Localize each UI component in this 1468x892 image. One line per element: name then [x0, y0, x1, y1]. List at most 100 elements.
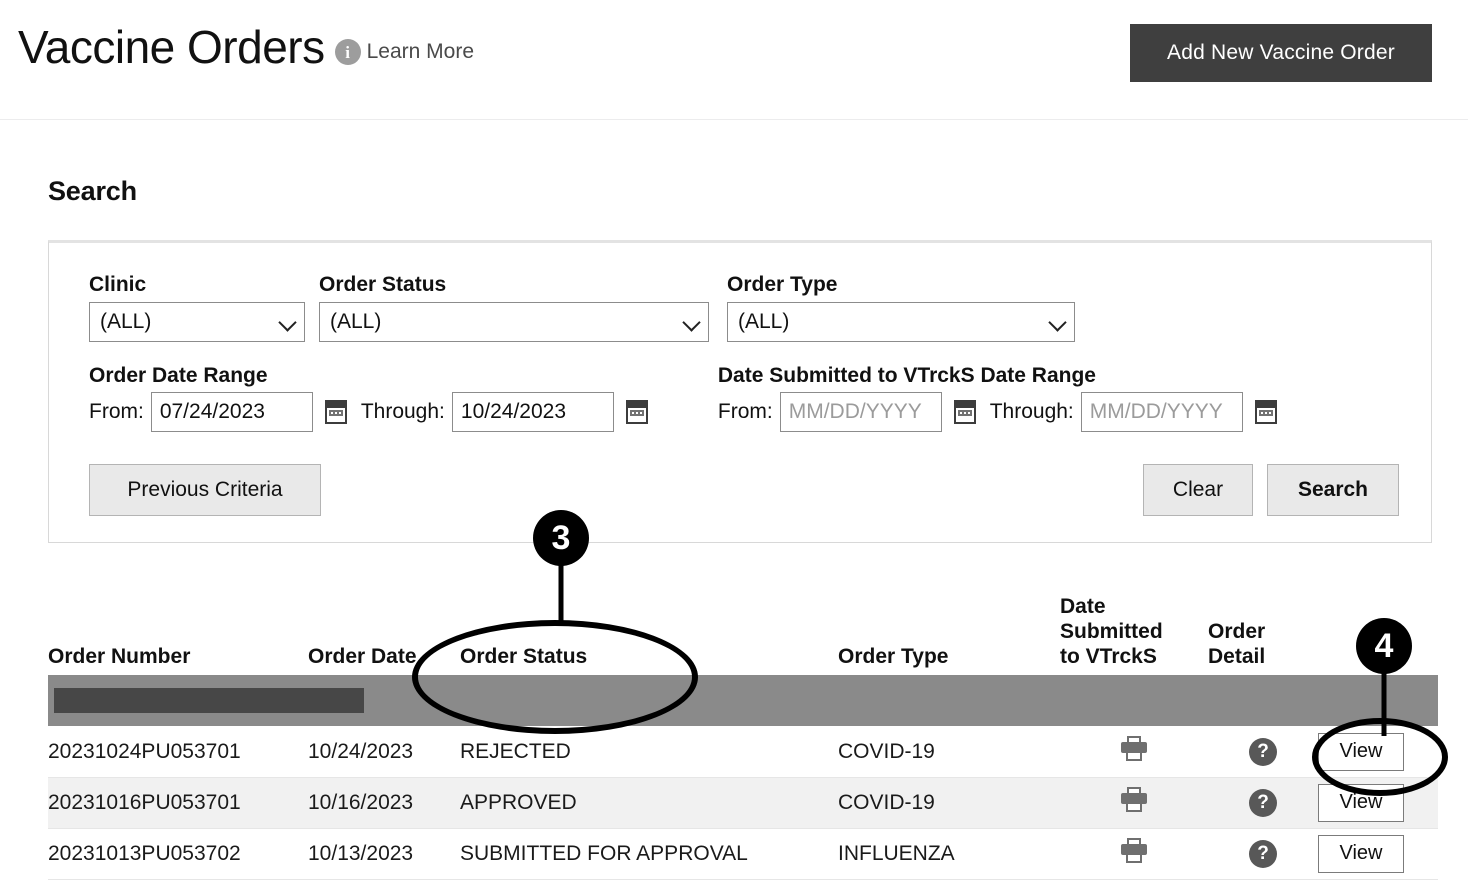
vtrcks-from-input[interactable]	[779, 392, 942, 432]
annotation-ellipse-view-button	[1312, 718, 1448, 796]
header-detail-line1: Order	[1208, 619, 1266, 643]
page-header: Vaccine Orders i Learn More Add New Vacc…	[0, 0, 1468, 120]
calendar-icon[interactable]	[625, 400, 648, 424]
calendar-icon[interactable]	[953, 400, 976, 424]
cell-order-number: 20231024PU053701	[48, 726, 308, 778]
table-row[interactable]: 20231024PU053701 10/24/2023 REJECTED COV…	[48, 726, 1438, 778]
cell-view-action: View	[1318, 828, 1438, 880]
header-vtrcks-line3: to VTrckS	[1060, 644, 1157, 668]
clinic-select[interactable]: (ALL)	[89, 302, 305, 342]
header-order-number[interactable]: Order Number	[48, 595, 308, 675]
page-title: Vaccine Orders	[18, 21, 325, 73]
orders-table: Order Number Order Date Order Status Ord…	[48, 595, 1438, 880]
info-icon[interactable]: i	[334, 39, 361, 65]
search-button[interactable]: Search	[1267, 464, 1399, 516]
calendar-icon[interactable]	[324, 400, 347, 424]
cell-order-number: 20231013PU053702	[48, 828, 308, 880]
clinic-selected-value: (ALL)	[100, 310, 152, 333]
cell-order-date: 10/13/2023	[308, 828, 460, 880]
order-date-through-input[interactable]	[451, 392, 614, 432]
cell-date-submitted-vtrcks	[1060, 777, 1208, 829]
table-toolbar-cell[interactable]	[48, 675, 1438, 727]
order-date-from-label: From:	[89, 400, 144, 423]
order-date-from-input[interactable]	[150, 392, 313, 432]
order-status-select[interactable]: (ALL)	[319, 302, 709, 342]
order-date-range-label: Order Date Range	[89, 364, 268, 387]
learn-more-label: Learn More	[366, 40, 474, 63]
order-status-field: Order Status (ALL)	[319, 273, 709, 342]
question-mark-icon[interactable]: ?	[1249, 788, 1277, 817]
view-button[interactable]: View	[1318, 834, 1404, 873]
vtrcks-date-range-label: Date Submitted to VTrckS Date Range	[717, 364, 1096, 387]
cell-order-status: APPROVED	[460, 777, 838, 829]
order-type-selected-value: (ALL)	[738, 310, 790, 333]
add-new-vaccine-order-button[interactable]: Add New Vaccine Order	[1130, 24, 1432, 82]
learn-more-link[interactable]: i Learn More	[334, 39, 474, 70]
table-row[interactable]: 20231013PU053702 10/13/2023 SUBMITTED FO…	[48, 828, 1438, 880]
search-actions-row: Previous Criteria Clear Search	[89, 464, 1401, 516]
clinic-label: Clinic	[89, 273, 147, 296]
search-filters-row: Clinic (ALL) Order Status (ALL) Order Ty…	[89, 273, 1401, 342]
table-toolbar-row	[48, 675, 1438, 727]
chevron-down-icon	[684, 314, 700, 330]
header-vtrcks-line2: Submitted	[1060, 619, 1163, 643]
orders-results: Order Number Order Date Order Status Ord…	[48, 595, 1438, 880]
cell-order-type: COVID-19	[838, 777, 1060, 829]
print-icon[interactable]	[1121, 787, 1147, 813]
vtrcks-date-range-inputs: From: Through:	[718, 392, 1291, 432]
print-icon[interactable]	[1121, 838, 1147, 864]
print-icon[interactable]	[1121, 736, 1147, 762]
date-ranges-row: Order Date Range From: Through: Date Sub…	[89, 364, 1401, 432]
order-date-range-group: Order Date Range From: Through:	[89, 364, 662, 432]
vtrcks-date-range-group: Date Submitted to VTrckS Date Range From…	[718, 364, 1291, 432]
cell-order-detail: ?	[1208, 726, 1318, 778]
cell-order-type: COVID-19	[838, 726, 1060, 778]
clear-button[interactable]: Clear	[1143, 464, 1253, 516]
main-content: Search Clinic (ALL) Order Status (ALL) O…	[0, 176, 1468, 880]
vtrcks-through-input[interactable]	[1080, 392, 1243, 432]
cell-order-detail: ?	[1208, 777, 1318, 829]
header-vtrcks-line1: Date	[1060, 595, 1106, 618]
header-view-actions	[1318, 595, 1438, 675]
header-order-detail[interactable]: Order Detail	[1208, 595, 1318, 675]
table-header-row: Order Number Order Date Order Status Ord…	[48, 595, 1438, 675]
order-type-label: Order Type	[727, 273, 838, 296]
cell-order-type: INFLUENZA	[838, 828, 1060, 880]
chevron-down-icon	[280, 314, 296, 330]
previous-criteria-button[interactable]: Previous Criteria	[89, 464, 321, 516]
header-detail-line2: Detail	[1208, 644, 1266, 668]
order-date-through-label: Through:	[360, 400, 445, 423]
question-mark-icon[interactable]: ?	[1249, 839, 1277, 868]
order-status-label: Order Status	[319, 273, 447, 296]
order-date-range-inputs: From: Through:	[89, 392, 662, 432]
search-panel: Clinic (ALL) Order Status (ALL) Order Ty…	[48, 240, 1432, 543]
orders-table-head: Order Number Order Date Order Status Ord…	[48, 595, 1438, 727]
annotation-ellipse-order-status	[412, 620, 698, 734]
orders-table-body: 20231024PU053701 10/24/2023 REJECTED COV…	[48, 726, 1438, 880]
vtrcks-from-label: From:	[717, 400, 773, 423]
table-toolbar-segment[interactable]	[54, 687, 364, 713]
cell-order-detail: ?	[1208, 828, 1318, 880]
chevron-down-icon	[1050, 314, 1066, 330]
header-date-submitted-vtrcks[interactable]: Date Submitted to VTrckS	[1060, 595, 1208, 675]
table-toolbar	[48, 684, 1438, 718]
cell-order-number: 20231016PU053701	[48, 777, 308, 829]
cell-order-date: 10/24/2023	[308, 726, 460, 778]
question-mark-icon[interactable]: ?	[1249, 737, 1277, 766]
search-heading: Search	[48, 176, 137, 206]
page-title-group: Vaccine Orders i Learn More	[18, 24, 474, 70]
order-type-field: Order Type (ALL)	[727, 273, 1075, 342]
header-order-type[interactable]: Order Type	[838, 595, 1060, 675]
order-type-select[interactable]: (ALL)	[727, 302, 1075, 342]
calendar-icon[interactable]	[1254, 400, 1277, 424]
vtrcks-through-label: Through:	[989, 400, 1074, 423]
order-status-selected-value: (ALL)	[330, 310, 382, 333]
search-action-buttons: Clear Search	[1143, 464, 1401, 516]
cell-date-submitted-vtrcks	[1060, 828, 1208, 880]
cell-order-status: REJECTED	[460, 726, 838, 778]
cell-order-date: 10/16/2023	[308, 777, 460, 829]
table-row[interactable]: 20231016PU053701 10/16/2023 APPROVED COV…	[48, 777, 1438, 829]
cell-order-status: SUBMITTED FOR APPROVAL	[460, 828, 838, 880]
cell-date-submitted-vtrcks	[1060, 726, 1208, 778]
clinic-field: Clinic (ALL)	[89, 273, 305, 342]
